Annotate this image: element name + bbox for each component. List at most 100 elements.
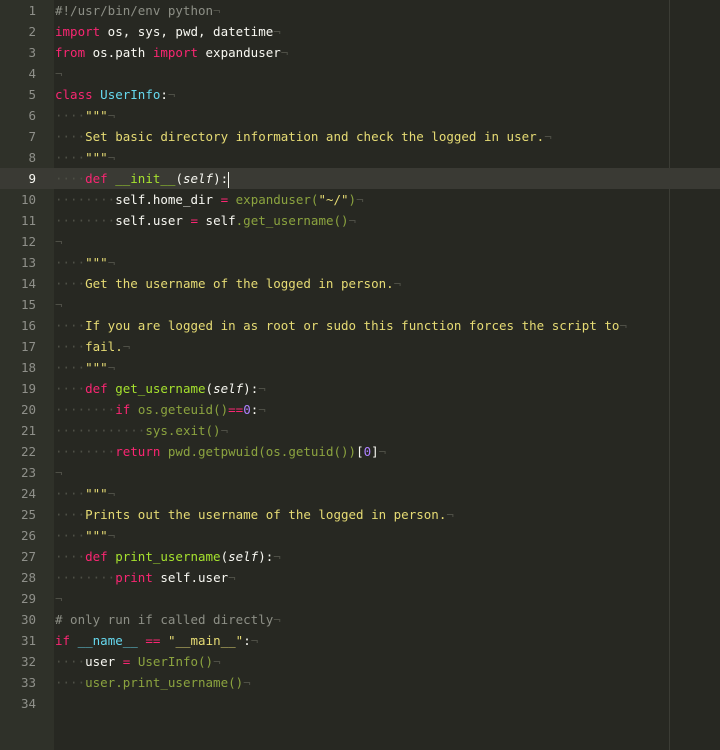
code-line[interactable]: 22 ········return pwd.getpwuid(os.getuid(… <box>0 441 720 462</box>
code-text: ········self.home_dir = expanduser("~/")… <box>55 189 364 210</box>
code-line[interactable]: 15 ¬ <box>0 294 720 315</box>
code-token: def <box>85 171 108 186</box>
code-token: ( <box>175 171 183 186</box>
code-line[interactable]: 27 ····def print_username(self):¬ <box>0 546 720 567</box>
whitespace-marker: ¬ <box>544 129 552 144</box>
whitespace-marker: ¬ <box>167 87 176 102</box>
line-number: 13 <box>20 255 36 270</box>
code-token: ( <box>205 381 214 396</box>
code-line[interactable]: 33 ····user.print_username()¬ <box>0 672 720 693</box>
code-text: import os, sys, pwd, datetime¬ <box>55 21 281 42</box>
whitespace-marker: ¬ <box>348 213 357 228</box>
code-line[interactable]: 11 ········self.user = self.get_username(… <box>0 210 720 231</box>
whitespace-marker: ¬ <box>55 234 63 249</box>
line-number: 29 <box>20 591 36 606</box>
code-line[interactable]: 2 import os, sys, pwd, datetime¬ <box>0 21 720 42</box>
code-token: 0 <box>363 444 372 459</box>
code-token: if <box>115 402 131 417</box>
whitespace-marker: ········ <box>55 570 116 585</box>
code-token: __name__ <box>77 633 138 648</box>
code-line[interactable]: 28 ········print self.user¬ <box>0 567 720 588</box>
code-token: #!/usr/bin/env python <box>55 3 214 18</box>
code-line[interactable]: 4 ¬ <box>0 63 720 84</box>
code-text: ····Set basic directory information and … <box>55 126 552 147</box>
whitespace-marker: ¬ <box>619 318 627 333</box>
code-line[interactable]: 20 ········if os.geteuid()==0:¬ <box>0 399 720 420</box>
code-line[interactable]: 17 ····fail.¬ <box>0 336 720 357</box>
code-line[interactable]: 3 from os.path import expanduser¬ <box>0 42 720 63</box>
code-line[interactable]: 16 ····If you are logged in as root or su… <box>0 315 720 336</box>
whitespace-marker: ···· <box>55 318 86 333</box>
code-line[interactable]: 9 ····def __init__(self): <box>0 168 720 189</box>
whitespace-marker: ¬ <box>280 45 289 60</box>
code-line[interactable]: 21 ············sys.exit()¬ <box>0 420 720 441</box>
code-line[interactable]: 6 ····"""¬ <box>0 105 720 126</box>
code-token: """ <box>85 150 108 165</box>
code-line[interactable]: 24 ····"""¬ <box>0 483 720 504</box>
code-line[interactable]: 29 ¬ <box>0 588 720 609</box>
code-line[interactable]: 1 #!/usr/bin/env python¬ <box>0 0 720 21</box>
code-line[interactable]: 25 ····Prints out the username of the log… <box>0 504 720 525</box>
code-line[interactable]: 30 # only run if called directly¬ <box>0 609 720 630</box>
line-number: 14 <box>20 276 36 291</box>
whitespace-marker: ¬ <box>273 24 281 39</box>
line-number: 21 <box>20 423 36 438</box>
whitespace-marker: ···· <box>55 129 86 144</box>
code-token: print_username <box>115 549 221 564</box>
code-token: import <box>55 24 101 39</box>
line-number: 11 <box>20 213 36 228</box>
code-token: UserInfo <box>100 87 161 102</box>
code-token: fail. <box>85 339 123 354</box>
line-number: 23 <box>20 465 36 480</box>
line-number: 5 <box>28 87 36 102</box>
line-number: 9 <box>28 171 36 186</box>
code-line[interactable]: 19 ····def get_username(self):¬ <box>0 378 720 399</box>
code-line[interactable]: 31 if __name__ == "__main__":¬ <box>0 630 720 651</box>
whitespace-marker: ¬ <box>273 612 281 627</box>
code-token: ): <box>258 549 274 564</box>
code-token: 0 <box>243 402 251 417</box>
line-number: 4 <box>28 66 36 81</box>
whitespace-marker: ···· <box>55 255 86 270</box>
whitespace-marker: ¬ <box>220 423 229 438</box>
code-line[interactable]: 32 ····user = UserInfo()¬ <box>0 651 720 672</box>
code-token: """ <box>85 108 108 123</box>
line-number: 22 <box>20 444 36 459</box>
whitespace-marker: ¬ <box>107 528 116 543</box>
line-number: 24 <box>20 486 36 501</box>
whitespace-marker: ¬ <box>228 570 236 585</box>
whitespace-marker: ¬ <box>55 591 63 606</box>
code-text: ····Prints out the username of the logge… <box>55 504 454 525</box>
whitespace-marker: ········ <box>55 192 116 207</box>
code-line[interactable]: 26 ····"""¬ <box>0 525 720 546</box>
line-number: 33 <box>20 675 36 690</box>
code-line[interactable]: 23 ¬ <box>0 462 720 483</box>
code-text: ····fail.¬ <box>55 336 130 357</box>
code-line[interactable]: 18 ····"""¬ <box>0 357 720 378</box>
code-token: = <box>220 192 229 207</box>
code-text: ····"""¬ <box>55 483 115 504</box>
code-line[interactable]: 10 ········self.home_dir = expanduser("~/… <box>0 189 720 210</box>
code-token: return <box>115 444 161 459</box>
line-number: 32 <box>20 654 36 669</box>
code-line[interactable]: 8 ····"""¬ <box>0 147 720 168</box>
code-token: import <box>152 45 198 60</box>
code-line[interactable]: 34 <box>0 693 720 714</box>
code-token: class <box>55 87 93 102</box>
code-token: user <box>85 654 123 669</box>
code-line[interactable]: 13 ····"""¬ <box>0 252 720 273</box>
code-token: If you are logged in as root or sudo thi… <box>85 318 620 333</box>
code-token: if <box>55 633 71 648</box>
code-line[interactable]: 14 ····Get the username of the logged in … <box>0 273 720 294</box>
whitespace-marker: ¬ <box>213 654 221 669</box>
code-text: ············sys.exit()¬ <box>55 420 228 441</box>
code-line[interactable]: 5 class UserInfo:¬ <box>0 84 720 105</box>
code-line[interactable]: 7 ····Set basic directory information and… <box>0 126 720 147</box>
code-editor[interactable]: 1 #!/usr/bin/env python¬ 2 import os, sys, … <box>0 0 720 750</box>
code-token: "__main__" <box>167 633 244 648</box>
code-line[interactable]: 12 ¬ <box>0 231 720 252</box>
code-token: pwd.getpwuid(os.getuid()) <box>167 444 357 459</box>
